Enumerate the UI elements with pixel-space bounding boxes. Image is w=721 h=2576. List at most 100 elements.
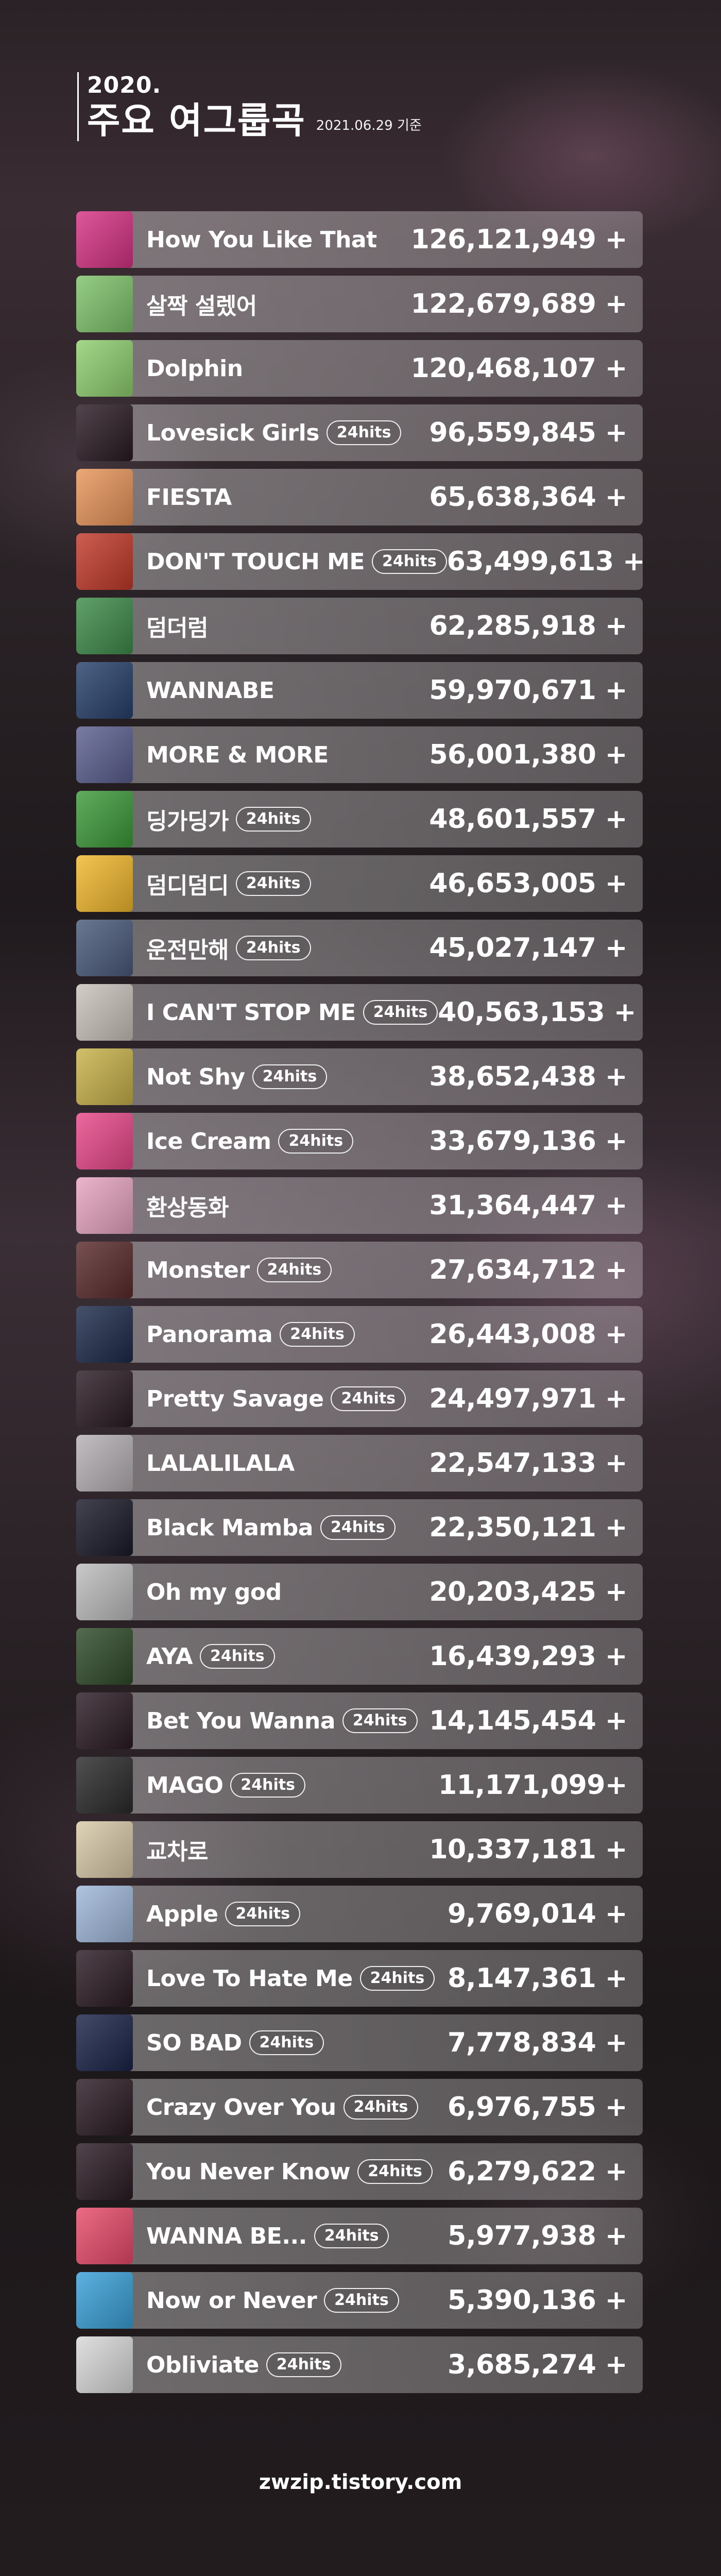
album-cover-thumbnail <box>76 1950 133 2007</box>
album-cover-thumbnail <box>76 1177 133 1234</box>
song-row: 덤디덤디 24hits 46,653,005 + <box>76 855 643 912</box>
song-title: You Never Know <box>146 2158 351 2185</box>
album-cover-thumbnail <box>76 1306 133 1363</box>
album-cover-thumbnail <box>76 855 133 912</box>
song-row: I CAN'T STOP ME 24hits 40,563,153 + <box>76 984 643 1041</box>
stream-count: 27,634,712 + <box>429 1255 627 1285</box>
album-cover-thumbnail <box>76 920 133 976</box>
album-cover-thumbnail <box>76 2272 133 2329</box>
song-row: 환상동화 31,364,447 + <box>76 1177 643 1234</box>
stream-count: 31,364,447 + <box>429 1190 627 1221</box>
song-row: 살짝 설렜어 122,679,689 + <box>76 276 643 332</box>
stream-count: 22,350,121 + <box>429 1512 627 1543</box>
song-title: Crazy Over You <box>146 2094 336 2121</box>
song-title: Obliviate <box>146 2351 259 2378</box>
song-row: You Never Know 24hits 6,279,622 + <box>76 2143 643 2200</box>
hits-badge: 24hits <box>331 1386 406 1411</box>
song-row: DON'T TOUCH ME 24hits 63,499,613 + <box>76 533 643 590</box>
header-title-row: 주요 여그룹곡 2021.06.29 기준 <box>87 100 422 141</box>
stream-count: 24,497,971 + <box>429 1383 627 1414</box>
song-row: MAGO 24hits 11,171,099+ <box>76 1757 643 1814</box>
stream-count: 40,563,153 + <box>438 997 636 1028</box>
album-cover-thumbnail <box>76 2143 133 2200</box>
song-row: MORE & MORE 56,001,380 + <box>76 726 643 783</box>
hits-badge: 24hits <box>320 1515 396 1540</box>
song-title: 환상동화 <box>146 1195 229 1221</box>
stream-count: 46,653,005 + <box>429 868 627 899</box>
stream-count: 120,468,107 + <box>410 353 628 384</box>
stream-count: 20,203,425 + <box>429 1577 627 1607</box>
hits-badge: 24hits <box>266 2352 341 2377</box>
song-title: Now or Never <box>146 2287 317 2314</box>
album-cover-thumbnail <box>76 1564 133 1620</box>
album-cover-thumbnail <box>76 1692 133 1749</box>
song-row: Black Mamba 24hits 22,350,121 + <box>76 1499 643 1556</box>
hits-badge: 24hits <box>324 2288 399 2313</box>
song-row: Apple 24hits 9,769,014 + <box>76 1886 643 1942</box>
song-title: Pretty Savage <box>146 1385 324 1412</box>
stream-count: 122,679,689 + <box>410 289 628 319</box>
album-cover-thumbnail <box>76 2014 133 2071</box>
song-row: How You Like That 126,121,949 + <box>76 211 643 268</box>
song-row: SO BAD 24hits 7,778,834 + <box>76 2014 643 2071</box>
album-cover-thumbnail <box>76 2208 133 2264</box>
album-cover-thumbnail <box>76 2079 133 2136</box>
stream-count: 16,439,293 + <box>429 1641 627 1672</box>
hits-badge: 24hits <box>278 1129 354 1154</box>
song-row: Bet You Wanna 24hits 14,145,454 + <box>76 1692 643 1749</box>
album-cover-thumbnail <box>76 276 133 332</box>
song-row: Panorama 24hits 26,443,008 + <box>76 1306 643 1363</box>
stream-count: 11,171,099+ <box>438 1770 628 1801</box>
song-title: WANNABE <box>146 677 274 704</box>
song-row: Not Shy 24hits 38,652,438 + <box>76 1048 643 1105</box>
song-title: FIESTA <box>146 484 232 511</box>
stream-count: 8,147,361 + <box>448 1963 627 1994</box>
album-cover-thumbnail <box>76 726 133 783</box>
song-title: 딩가딩가 <box>146 808 229 835</box>
footer-site: zwzip.tistory.com <box>259 2470 462 2494</box>
header: 2020. 주요 여그룹곡 2021.06.29 기준 <box>77 72 422 141</box>
album-cover-thumbnail <box>76 1821 133 1878</box>
song-title: WANNA BE... <box>146 2223 307 2249</box>
song-title: SO BAD <box>146 2029 242 2056</box>
song-row: AYA 24hits 16,439,293 + <box>76 1628 643 1685</box>
song-title: MAGO <box>146 1772 224 1799</box>
song-title: How You Like That <box>146 226 377 253</box>
stream-count: 6,279,622 + <box>448 2156 627 2187</box>
stream-count: 22,547,133 + <box>429 1448 627 1479</box>
song-title: 덤더럼 <box>146 615 208 641</box>
song-title: 살짝 설렜어 <box>146 293 257 319</box>
stream-count: 6,976,755 + <box>448 2092 627 2123</box>
album-cover-thumbnail <box>76 662 133 719</box>
song-title: Dolphin <box>146 355 243 382</box>
stream-count: 5,390,136 + <box>448 2285 627 2316</box>
song-title: Lovesick Girls <box>146 419 319 446</box>
song-title: Apple <box>146 1901 218 1927</box>
stream-count: 56,001,380 + <box>429 739 627 770</box>
hits-badge: 24hits <box>235 807 311 832</box>
song-row: Pretty Savage 24hits 24,497,971 + <box>76 1370 643 1427</box>
song-title: 운전만해 <box>146 937 229 963</box>
stream-count: 33,679,136 + <box>429 1126 627 1157</box>
stream-count: 62,285,918 + <box>429 611 627 641</box>
song-row: 운전만해 24hits 45,027,147 + <box>76 920 643 976</box>
album-cover-thumbnail <box>76 533 133 590</box>
song-title: Panorama <box>146 1321 273 1348</box>
album-cover-thumbnail <box>76 1242 133 1298</box>
song-title: MORE & MORE <box>146 741 329 768</box>
album-cover-thumbnail <box>76 1886 133 1942</box>
hits-badge: 24hits <box>314 2224 389 2248</box>
song-row: WANNABE 59,970,671 + <box>76 662 643 719</box>
stream-count: 9,769,014 + <box>448 1899 627 1929</box>
song-row: Love To Hate Me 24hits 8,147,361 + <box>76 1950 643 2007</box>
stream-count: 65,638,364 + <box>429 482 627 513</box>
stream-count: 59,970,671 + <box>429 675 627 706</box>
song-row: Lovesick Girls 24hits 96,559,845 + <box>76 404 643 461</box>
stream-count: 48,601,557 + <box>429 804 627 835</box>
stream-count: 38,652,438 + <box>429 1061 627 1092</box>
song-title: I CAN'T STOP ME <box>146 999 356 1026</box>
reference-date: 2021.06.29 기준 <box>316 118 422 133</box>
album-cover-thumbnail <box>76 469 133 526</box>
stream-count: 10,337,181 + <box>429 1834 627 1865</box>
song-title: Not Shy <box>146 1063 245 1090</box>
